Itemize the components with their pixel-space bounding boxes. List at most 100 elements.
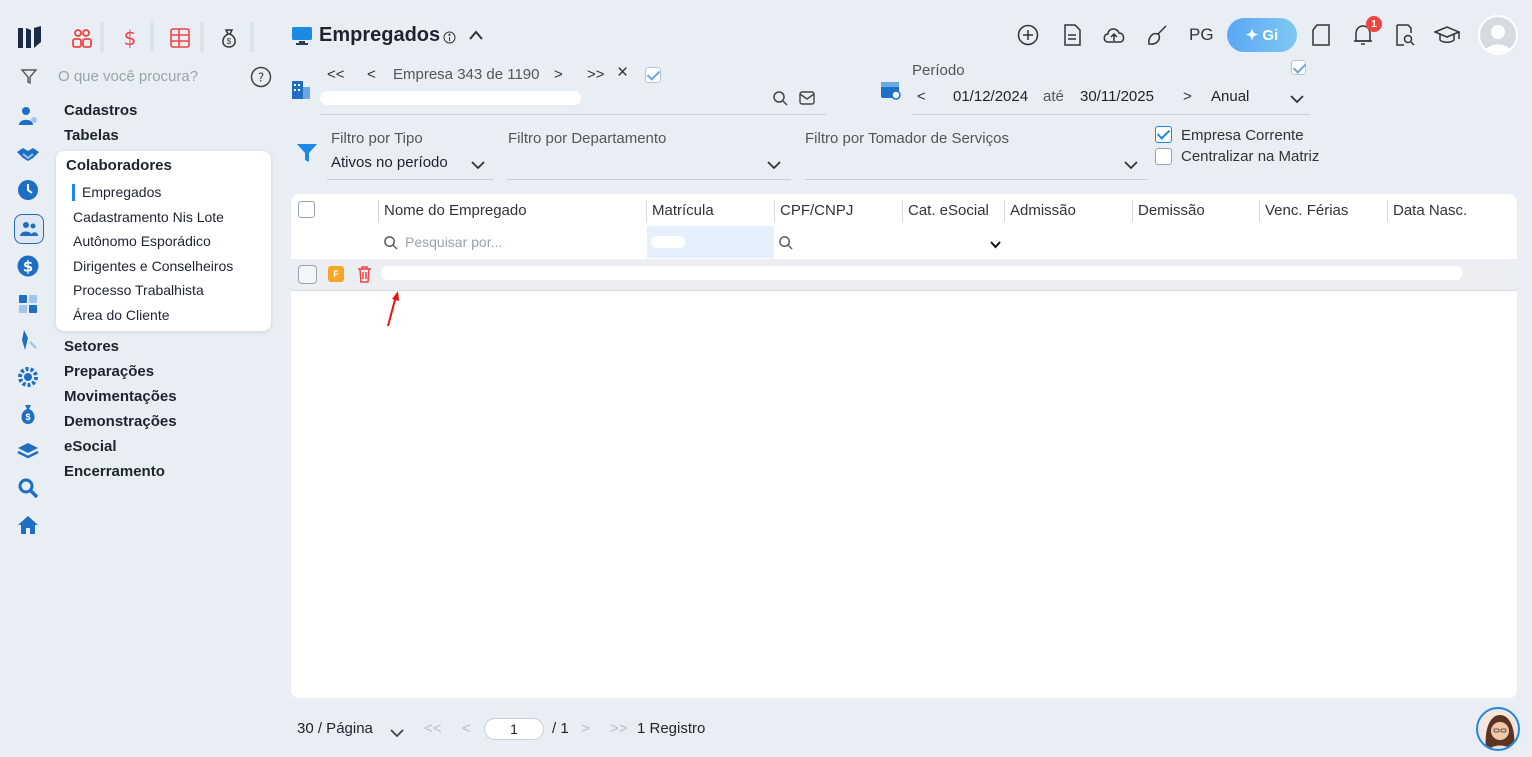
centralizar-matriz-checkbox[interactable] xyxy=(1155,148,1172,165)
people-icon[interactable] xyxy=(68,24,96,52)
submenu-item-dirigentes-conselheiros[interactable]: Dirigentes e Conselheiros xyxy=(73,258,233,274)
last-page-button[interactable]: >> xyxy=(610,720,628,737)
assistant-avatar[interactable] xyxy=(1476,707,1520,751)
info-icon[interactable] xyxy=(443,31,456,47)
chevron-down-icon[interactable] xyxy=(990,236,1001,252)
submenu-title[interactable]: Colaboradores xyxy=(66,157,172,174)
settings-cog-icon[interactable] xyxy=(14,363,42,391)
column-header-matricula[interactable]: Matrícula xyxy=(652,202,714,219)
notification-badge: 1 xyxy=(1366,16,1382,32)
next-company-button[interactable]: > xyxy=(554,66,563,83)
menu-item-preparacoes[interactable]: Preparações xyxy=(64,363,154,380)
home-icon[interactable] xyxy=(14,511,42,539)
chevron-down-icon[interactable] xyxy=(1290,91,1304,107)
period-lock-checkbox[interactable] xyxy=(1291,60,1306,75)
pen-tool-icon[interactable] xyxy=(14,326,42,354)
cadastros-icon[interactable] xyxy=(14,102,42,130)
period-mode-select[interactable]: Anual xyxy=(1211,88,1249,105)
chevron-down-icon[interactable] xyxy=(767,157,781,173)
column-header-data-nasc[interactable]: Data Nasc. xyxy=(1393,202,1467,219)
magnifier-icon[interactable] xyxy=(14,474,42,502)
company-lock-checkbox[interactable] xyxy=(645,67,661,83)
period-end-date[interactable]: 30/11/2025 xyxy=(1080,88,1154,105)
gi-assistant-button[interactable]: ✦ Gi xyxy=(1227,18,1297,52)
filter-departamento-select[interactable] xyxy=(507,179,791,180)
mail-icon[interactable] xyxy=(799,91,815,108)
menu-item-cadastros[interactable]: Cadastros xyxy=(64,102,137,119)
tablet-icon[interactable] xyxy=(1308,22,1334,48)
clock-icon[interactable] xyxy=(14,176,42,204)
clear-company-button[interactable]: × xyxy=(617,62,628,84)
prev-period-button[interactable]: < xyxy=(917,88,926,105)
chevron-down-icon[interactable] xyxy=(390,725,404,741)
handshake-icon[interactable] xyxy=(14,140,42,168)
submenu-item-area-do-cliente[interactable]: Área do Cliente xyxy=(73,307,170,323)
column-header-nome[interactable]: Nome do Empregado xyxy=(384,202,527,219)
column-separator xyxy=(1259,200,1260,222)
pg-button[interactable]: PG xyxy=(1189,25,1214,45)
submenu-item-autonomo-esporadico[interactable]: Autônomo Esporádico xyxy=(73,233,211,249)
dollar-circle-icon[interactable]: $ xyxy=(14,252,42,280)
empresa-corrente-checkbox[interactable] xyxy=(1155,126,1172,143)
money-sack-icon[interactable]: $ xyxy=(14,400,42,428)
chevron-down-icon[interactable] xyxy=(471,157,485,173)
cloud-upload-icon[interactable] xyxy=(1101,22,1127,48)
next-period-button[interactable]: > xyxy=(1183,88,1192,105)
help-icon[interactable]: ? xyxy=(250,66,272,91)
row-status-badge[interactable]: F xyxy=(328,266,344,282)
company-name-field[interactable] xyxy=(320,91,581,105)
user-avatar[interactable] xyxy=(1478,15,1518,55)
next-page-button[interactable]: > xyxy=(581,720,590,737)
search-icon[interactable] xyxy=(772,90,788,109)
broom-icon[interactable] xyxy=(1145,22,1171,48)
select-all-checkbox[interactable] xyxy=(298,201,315,218)
cpf-filter-input[interactable] xyxy=(779,230,999,254)
menu-search-input[interactable]: O que você procura? xyxy=(58,68,198,85)
filter-tomador-select[interactable] xyxy=(805,179,1148,180)
menu-item-movimentacoes[interactable]: Movimentações xyxy=(64,388,177,405)
column-header-cat-esocial[interactable]: Cat. eSocial xyxy=(908,202,989,219)
dollar-icon[interactable]: $ xyxy=(116,24,144,52)
page-number-input[interactable]: 1 xyxy=(484,718,544,740)
document-search-icon[interactable] xyxy=(1392,22,1418,48)
period-start-date[interactable]: 01/12/2024 xyxy=(953,88,1028,105)
menu-item-setores[interactable]: Setores xyxy=(64,338,119,355)
calculator-icon[interactable] xyxy=(14,290,42,318)
collapse-chevron-icon[interactable] xyxy=(468,28,484,44)
menu-item-tabelas[interactable]: Tabelas xyxy=(64,127,119,144)
column-header-venc-ferias[interactable]: Venc. Férias xyxy=(1265,202,1348,219)
filter-tipo-select[interactable]: Ativos no período xyxy=(331,154,448,171)
column-header-cpf-cnpj[interactable]: CPF/CNPJ xyxy=(780,202,853,219)
spreadsheet-icon[interactable] xyxy=(166,24,194,52)
submenu-item-cadastramento-nis-lote[interactable]: Cadastramento Nis Lote xyxy=(73,209,224,225)
app-logo[interactable] xyxy=(16,24,44,52)
menu-item-esocial[interactable]: eSocial xyxy=(64,438,117,455)
first-page-button[interactable]: << xyxy=(424,720,442,737)
layers-icon[interactable] xyxy=(14,437,42,465)
prev-company-button[interactable]: < xyxy=(367,66,376,83)
filter-icon[interactable] xyxy=(20,67,38,88)
table-row[interactable]: F xyxy=(291,259,1517,291)
matricula-filter-input[interactable] xyxy=(647,226,774,258)
company-field-underline xyxy=(320,114,826,115)
submenu-item-processo-trabalhista[interactable]: Processo Trabalhista xyxy=(73,282,204,298)
column-header-admissao[interactable]: Admissão xyxy=(1010,202,1076,219)
prev-page-button[interactable]: < xyxy=(462,720,471,737)
column-header-demissao[interactable]: Demissão xyxy=(1138,202,1205,219)
page-size-select[interactable]: 30 / Página xyxy=(297,720,373,737)
menu-item-demonstracoes[interactable]: Demonstrações xyxy=(64,413,177,430)
colaboradores-icon[interactable] xyxy=(14,214,44,244)
name-search-input[interactable]: Pesquisar por... xyxy=(405,234,502,250)
document-icon[interactable] xyxy=(1059,22,1085,48)
last-company-button[interactable]: >> xyxy=(587,66,605,83)
chevron-down-icon[interactable] xyxy=(1124,157,1138,173)
submenu-item-empregados[interactable]: Empregados xyxy=(82,184,161,200)
trash-icon[interactable] xyxy=(357,265,372,286)
menu-item-encerramento[interactable]: Encerramento xyxy=(64,463,165,480)
money-bag-icon[interactable]: $ xyxy=(215,24,243,52)
first-company-button[interactable]: << xyxy=(327,66,345,83)
building-icon xyxy=(290,78,312,103)
row-checkbox[interactable] xyxy=(298,265,317,284)
add-circle-icon[interactable] xyxy=(1015,22,1041,48)
graduation-cap-icon[interactable] xyxy=(1434,22,1460,48)
